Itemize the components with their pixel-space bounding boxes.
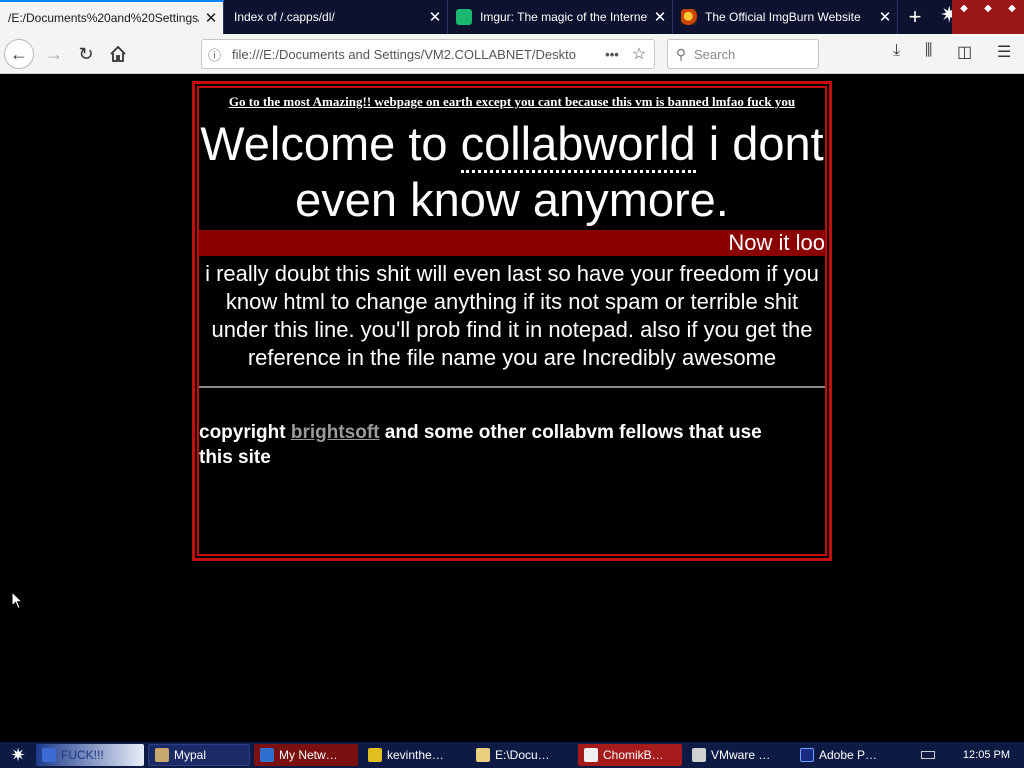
page-actions-button[interactable]: •••: [600, 47, 624, 62]
image-icon: [368, 748, 382, 762]
amazing-webpage-link[interactable]: Go to the most Amazing!! webpage on eart…: [199, 94, 825, 110]
window-controls: ◆ ◆ ◆: [952, 0, 1024, 34]
taskbar-item-label: Adobe P…: [819, 748, 878, 762]
search-icon: ⚲: [675, 45, 687, 62]
chomikbox-icon: [584, 748, 598, 762]
tab-imgur[interactable]: Imgur: The magic of the Internet ✕: [448, 0, 673, 34]
horizontal-rule: [199, 386, 825, 388]
network-icon: [260, 748, 274, 762]
info-icon[interactable]: ⓘ: [208, 45, 228, 64]
folder-icon: [476, 748, 490, 762]
taskbar-item-label: Mypal: [174, 748, 207, 762]
tab-title: The Official ImgBurn Website: [705, 10, 861, 24]
brightsoft-link[interactable]: brightsoft: [291, 422, 380, 443]
search-placeholder: Search: [694, 46, 736, 62]
imgur-icon: [456, 9, 472, 25]
taskbar-item-label: kevinthe…: [387, 748, 444, 762]
clock: 12:05 PM: [962, 749, 1010, 761]
hamburger-menu-icon[interactable]: ☰: [997, 42, 1011, 62]
taskbar-item-mypal[interactable]: Mypal: [148, 744, 250, 766]
marquee-banner: Now it loo: [199, 230, 825, 256]
close-icon[interactable]: ✕: [423, 8, 447, 26]
tab-title: Index of /.capps/dl/: [234, 10, 335, 24]
maximize-icon[interactable]: ◆: [984, 3, 992, 14]
close-window-icon[interactable]: ◆: [1008, 3, 1016, 14]
taskbar-item-fuck[interactable]: FUCK!!!: [36, 744, 144, 766]
download-icon[interactable]: ⤓: [893, 42, 900, 60]
document-icon: [42, 748, 56, 762]
vmware-icon: [692, 748, 706, 762]
tab-strip: /E:/Documents%20and%20Settings/V ✕ Index…: [0, 0, 1024, 34]
copyright-text: copyright brightsoft and some other coll…: [199, 420, 825, 470]
taskbar-item-chomikbox[interactable]: ChomikB…: [578, 744, 682, 766]
library-icon[interactable]: ⫼: [925, 42, 932, 60]
page-viewport: Go to the most Amazing!! webpage on eart…: [0, 74, 1024, 742]
headline-abbr: collabworld: [460, 117, 696, 173]
taskbar-item-vmware[interactable]: VMware …: [686, 744, 790, 766]
home-button[interactable]: [102, 38, 134, 70]
home-icon: [110, 45, 126, 62]
taskbar-item-label: My Netw…: [279, 748, 338, 762]
new-tab-button[interactable]: +: [898, 0, 932, 34]
reload-button[interactable]: ↻: [70, 38, 102, 70]
arrow-left-icon: ←: [10, 43, 28, 64]
nav-toolbar: ← → ↻ ⓘ file:///E:/Documents and Setting…: [0, 34, 1024, 74]
imgburn-icon: [681, 9, 697, 25]
tab-title: /E:/Documents%20and%20Settings/V: [8, 11, 199, 25]
taskbar-item-label: E:\Docu…: [495, 748, 550, 762]
close-icon[interactable]: ✕: [873, 8, 897, 26]
system-tray: 12:05 PM: [912, 742, 1024, 768]
content-frame: Go to the most Amazing!! webpage on eart…: [192, 81, 832, 561]
search-box[interactable]: ⚲ Search: [667, 39, 819, 69]
bookmark-star-icon[interactable]: ☆: [624, 44, 654, 64]
address-bar[interactable]: ⓘ file:///E:/Documents and Settings/VM2.…: [201, 39, 655, 69]
taskbar-item-my-network[interactable]: My Netw…: [254, 744, 358, 766]
photoshop-icon: [800, 748, 814, 762]
copyright-prefix: copyright: [199, 422, 291, 443]
intro-paragraph: i really doubt this shit will even last …: [205, 261, 819, 370]
star-logo-icon: ✷: [10, 744, 26, 765]
taskbar-item-label: FUCK!!!: [61, 748, 104, 762]
tab-index-capps[interactable]: Index of /.capps/dl/ ✕: [224, 0, 448, 34]
back-button[interactable]: ←: [4, 39, 34, 69]
taskbar-item-kevinthe[interactable]: kevinthe…: [362, 744, 466, 766]
headline-part1: Welcome to: [200, 117, 461, 170]
minimize-icon[interactable]: ◆: [960, 3, 968, 14]
content-frame-inner: Go to the most Amazing!! webpage on eart…: [197, 86, 827, 556]
tab-imgburn[interactable]: The Official ImgBurn Website ✕: [673, 0, 898, 34]
reload-icon: ↻: [78, 43, 94, 64]
taskbar-item-label: ChomikB…: [603, 748, 664, 762]
keyboard-icon[interactable]: [920, 751, 935, 759]
tab-title: Imgur: The magic of the Internet: [480, 10, 648, 24]
tab-local-file[interactable]: /E:/Documents%20and%20Settings/V ✕: [0, 0, 224, 34]
marquee-text: Now it loo: [728, 230, 825, 255]
arrow-right-icon: →: [45, 43, 63, 64]
forward-button[interactable]: →: [38, 38, 70, 70]
taskbar-item-label: VMware …: [711, 748, 771, 762]
taskbar-item-e-documents[interactable]: E:\Docu…: [470, 744, 574, 766]
close-icon[interactable]: ✕: [199, 9, 223, 27]
taskbar: ✷ FUCK!!! Mypal My Netw… kevinthe… E:\Do…: [0, 742, 1024, 768]
close-icon[interactable]: ✕: [648, 8, 672, 26]
mouse-cursor-icon: [11, 591, 23, 610]
mypal-icon: [155, 748, 169, 762]
url-text[interactable]: file:///E:/Documents and Settings/VM2.CO…: [228, 47, 600, 62]
start-button[interactable]: ✷: [0, 742, 36, 768]
page-title: Welcome to collabworld i dont even know …: [199, 116, 825, 228]
taskbar-item-adobe[interactable]: Adobe P…: [794, 744, 890, 766]
sidebar-icon[interactable]: ◫: [957, 42, 972, 62]
